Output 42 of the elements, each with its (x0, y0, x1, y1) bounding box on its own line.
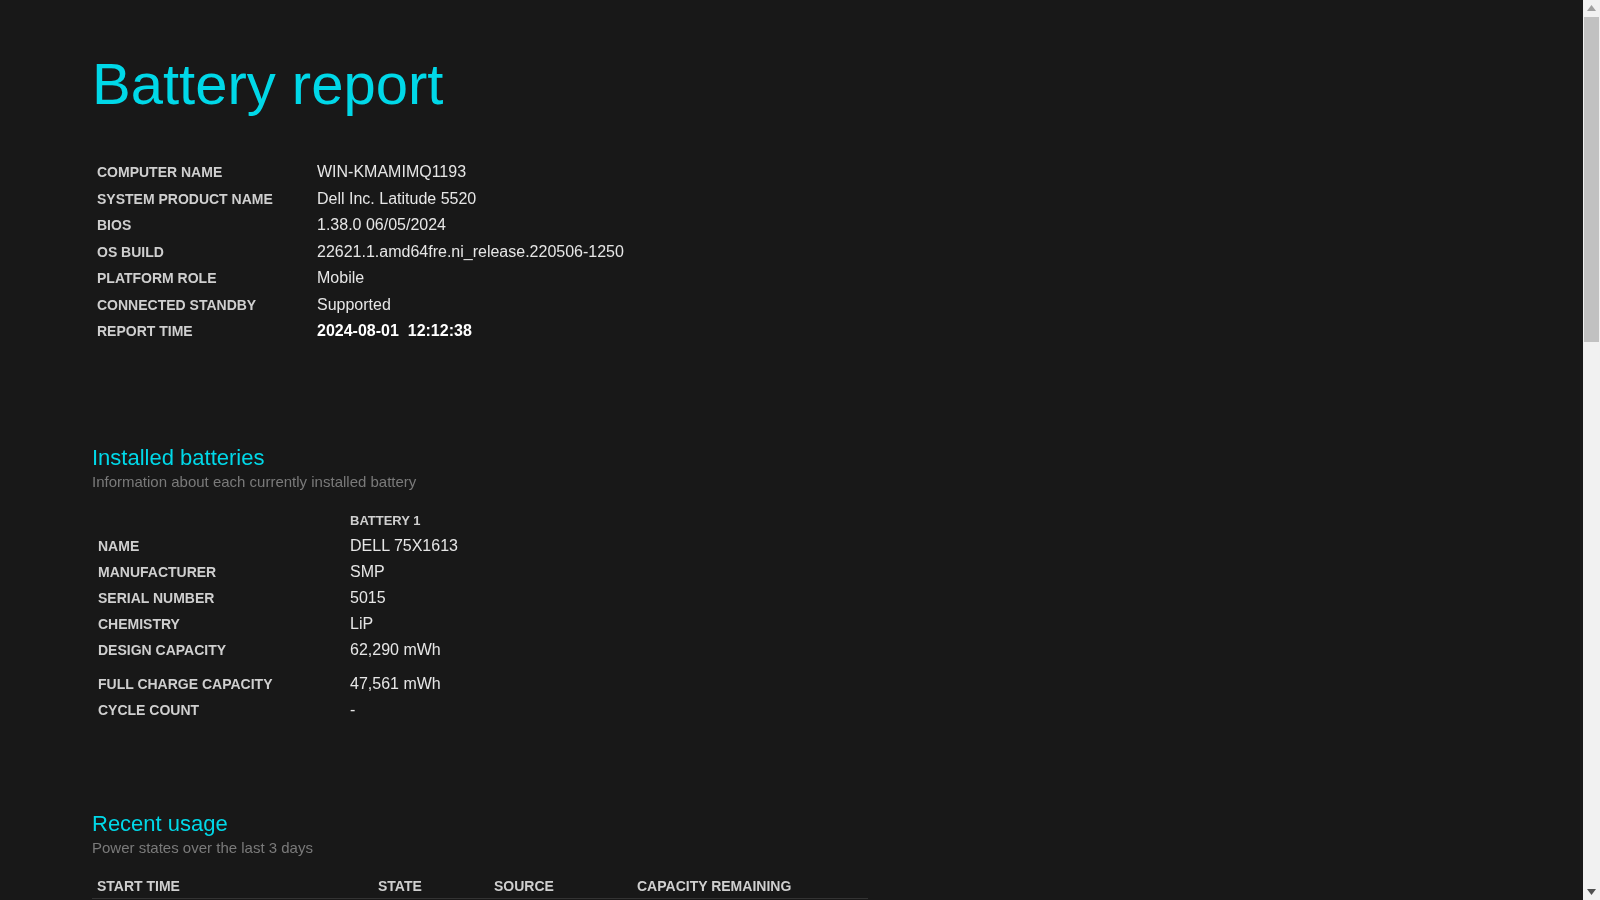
field-value: Mobile (317, 268, 365, 288)
report-title: Battery report (92, 50, 444, 118)
field-label: PLATFORM ROLE (97, 269, 217, 288)
field-label: NAME (98, 537, 140, 556)
scrollbar[interactable] (1583, 0, 1600, 900)
field-label: OS BUILD (97, 242, 164, 262)
field-label: DESIGN CAPACITY (98, 641, 227, 660)
column-header: STATE (378, 878, 422, 894)
field-value: 2024-08-01 12:12:38 (317, 321, 472, 341)
field-value: 47,561 mWh (350, 674, 441, 694)
field-value: WIN-KMAMIMQ1193 (317, 162, 467, 182)
scroll-up-icon[interactable] (1587, 5, 1596, 11)
field-label: CONNECTED STANDBY (97, 295, 257, 315)
field-value: 5015 (350, 588, 386, 608)
section-subtitle: Information about each currently installed battery (92, 472, 417, 492)
field-value: Dell Inc. Latitude 5520 (317, 188, 477, 209)
field-label: MANUFACTURER (98, 563, 217, 582)
field-value: 62,290 mWh (350, 640, 441, 660)
column-header: START TIME (97, 878, 180, 894)
field-label: CYCLE COUNT (98, 701, 200, 720)
field-label: SYSTEM PRODUCT NAME (97, 189, 273, 209)
field-value: 22621.1.amd64fre.ni_release.220506-1250 (317, 241, 624, 262)
field-label: COMPUTER NAME (97, 163, 223, 182)
field-value: DELL 75X1613 (350, 536, 458, 556)
column-header: SOURCE (494, 878, 554, 894)
field-label: BIOS (97, 216, 132, 235)
section-heading: Installed batteries (92, 444, 265, 472)
column-header: CAPACITY REMAINING (637, 878, 792, 894)
field-label: CHEMISTRY (98, 615, 180, 634)
scroll-down-icon[interactable] (1587, 889, 1596, 895)
field-label: FULL CHARGE CAPACITY (98, 675, 273, 694)
field-label: SERIAL NUMBER (98, 589, 215, 608)
field-value: SMP (350, 562, 385, 582)
field-label: REPORT TIME (97, 322, 193, 341)
field-value: 1.38.0 06/05/2024 (317, 215, 446, 235)
field-value: LiP (350, 614, 374, 634)
field-value: - (350, 700, 356, 720)
section-heading: Recent usage (92, 810, 228, 838)
section-subtitle: Power states over the last 3 days (92, 838, 313, 858)
scrollbar-thumb[interactable] (1584, 17, 1599, 342)
field-value: Supported (317, 294, 391, 315)
column-header: BATTERY 1 (350, 512, 421, 530)
